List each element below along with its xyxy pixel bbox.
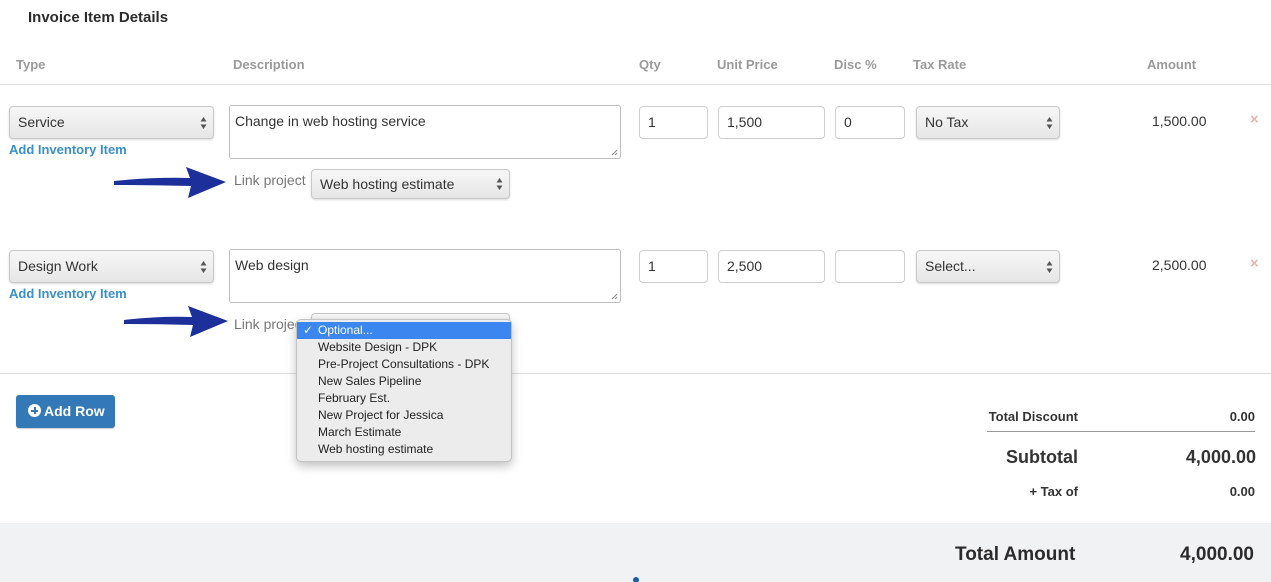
tax-rate-select[interactable]: No Tax — [916, 106, 1060, 139]
header-divider — [0, 84, 1271, 85]
option-label: Pre-Project Consultations - DPK — [318, 357, 490, 371]
total-footer — [0, 523, 1271, 582]
column-header-unit-price: Unit Price — [717, 57, 778, 72]
subtotal-value: 4,000.00 — [1185, 447, 1256, 467]
dropdown-option[interactable]: Pre-Project Consultations - DPK — [297, 356, 511, 373]
tax-rate-value: No Tax — [925, 114, 969, 130]
tax-value: 0.00 — [1229, 484, 1255, 499]
column-header-qty: Qty — [639, 57, 661, 72]
line-amount: 1,500.00 — [1152, 113, 1207, 129]
annotation-arrow-icon — [124, 306, 228, 337]
dropdown-option[interactable]: February Est. — [297, 390, 511, 407]
total-discount-value: 0.00 — [1229, 409, 1255, 424]
total-amount-value: 4,000.00 — [1180, 544, 1254, 565]
add-inventory-item-link[interactable]: Add Inventory Item — [9, 286, 127, 301]
select-arrows-icon — [200, 117, 207, 129]
scroll-indicator-dot — [633, 577, 639, 582]
resize-grip-icon[interactable] — [611, 293, 618, 300]
description-textarea[interactable]: Web design — [229, 249, 621, 303]
dropdown-option[interactable]: Web hosting estimate — [297, 441, 511, 458]
option-label: New Sales Pipeline — [318, 374, 422, 388]
type-select-value: Service — [18, 114, 65, 130]
select-arrows-icon — [200, 261, 207, 273]
type-select-value: Design Work — [18, 258, 98, 274]
select-arrows-icon — [496, 178, 503, 190]
add-row-label: Add Row — [44, 403, 105, 419]
column-header-amount: Amount — [1147, 57, 1197, 72]
qty-input[interactable]: 1 — [639, 250, 708, 283]
total-amount-label: Total Amount — [955, 544, 1076, 565]
option-label: March Estimate — [318, 425, 402, 439]
option-label: February Est. — [318, 391, 391, 405]
column-header-tax-rate: Tax Rate — [913, 57, 967, 72]
unit-price-input[interactable]: 1,500 — [718, 106, 825, 139]
subtotal-label: Subtotal — [1006, 447, 1078, 467]
link-project-label: Link project — [234, 316, 306, 332]
add-inventory-item-link[interactable]: Add Inventory Item — [9, 142, 127, 157]
dropdown-option[interactable]: ✓ Optional... — [297, 322, 511, 339]
link-project-dropdown[interactable]: ✓ Optional... Website Design - DPK Pre-Pr… — [296, 319, 512, 462]
select-arrows-icon — [1046, 261, 1053, 273]
dropdown-option[interactable]: New Project for Jessica — [297, 407, 511, 424]
add-row-button[interactable]: Add Row — [16, 395, 115, 428]
annotation-arrow-icon — [114, 167, 226, 198]
link-project-value: Web hosting estimate — [320, 176, 455, 192]
column-header-disc: Disc % — [834, 57, 877, 72]
total-discount-label: Total Discount — [988, 409, 1078, 424]
line-amount: 2,500.00 — [1152, 257, 1207, 273]
tax-label: + Tax of — [1029, 484, 1078, 499]
description-value: Change in web hosting service — [235, 113, 426, 129]
option-label: New Project for Jessica — [318, 408, 444, 422]
check-icon: ✓ — [303, 323, 314, 337]
select-arrows-icon — [1046, 117, 1053, 129]
option-label: Optional... — [318, 323, 373, 337]
summary-divider — [987, 431, 1255, 432]
column-header-type: Type — [16, 57, 46, 72]
option-label: Website Design - DPK — [318, 340, 438, 354]
resize-grip-icon[interactable] — [611, 149, 618, 156]
type-select[interactable]: Service — [9, 106, 214, 139]
tax-rate-value: Select... — [925, 258, 976, 274]
link-project-select[interactable]: Web hosting estimate — [311, 169, 510, 199]
description-value: Web design — [235, 257, 309, 273]
dropdown-option[interactable]: Website Design - DPK — [297, 339, 511, 356]
qty-input[interactable]: 1 — [639, 106, 708, 139]
plus-circle-icon — [28, 404, 41, 417]
type-select[interactable]: Design Work — [9, 250, 214, 283]
column-header-description: Description — [233, 57, 305, 72]
delete-row-icon[interactable]: × — [1250, 255, 1259, 272]
unit-price-input[interactable]: 2,500 — [718, 250, 825, 283]
delete-row-icon[interactable]: × — [1250, 111, 1259, 128]
dropdown-option[interactable]: March Estimate — [297, 424, 511, 441]
discount-input[interactable]: 0 — [835, 106, 905, 139]
tax-rate-select[interactable]: Select... — [916, 250, 1060, 283]
description-textarea[interactable]: Change in web hosting service — [229, 105, 621, 159]
discount-input[interactable] — [835, 250, 905, 283]
link-project-label: Link project — [234, 172, 306, 188]
section-title: Invoice Item Details — [28, 9, 169, 26]
option-label: Web hosting estimate — [318, 442, 434, 456]
dropdown-option[interactable]: New Sales Pipeline — [297, 373, 511, 390]
rows-divider — [0, 373, 1271, 374]
